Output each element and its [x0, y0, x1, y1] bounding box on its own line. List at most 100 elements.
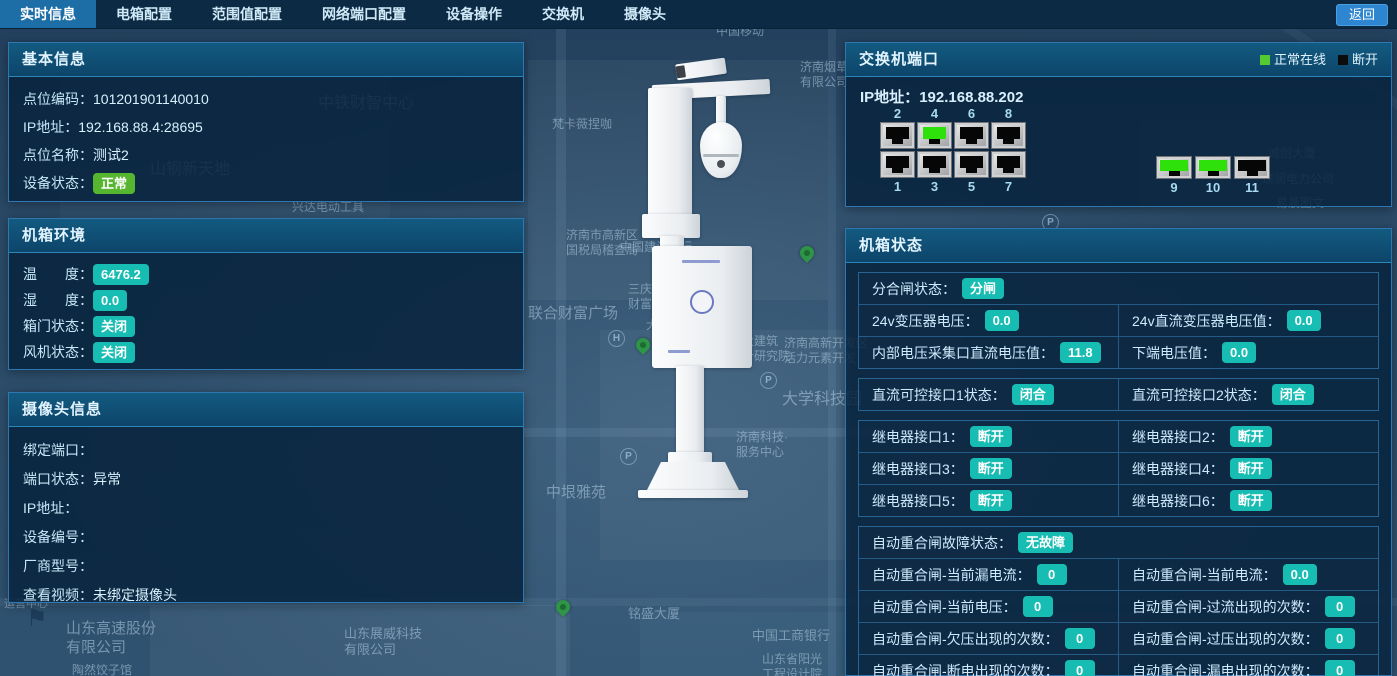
- map-label: 山东高速股份 有限公司: [66, 620, 156, 658]
- map-label: 中垠雅苑: [546, 484, 606, 503]
- field-value: 异常: [93, 469, 121, 489]
- field-value: 测试2: [93, 145, 129, 165]
- status-label: 自动重合闸-当前电流：: [1132, 565, 1277, 585]
- tab-range-config[interactable]: 范围值配置: [192, 0, 302, 28]
- cabinet-emblem: [690, 290, 714, 314]
- nav-tabs: 实时信息电箱配置范围值配置网络端口配置设备操作交换机摄像头: [0, 0, 686, 28]
- status-cell: 继电器接口1：断开: [859, 421, 1118, 452]
- back-button[interactable]: 返回: [1336, 4, 1388, 26]
- status-badge: 11.8: [1060, 342, 1101, 363]
- tab-realtime-info[interactable]: 实时信息: [0, 0, 96, 28]
- field-label: 湿 度：: [23, 290, 93, 310]
- status-cell: 24v变压器电压： 0.0: [859, 305, 1118, 336]
- status-cell: 自动重合闸故障状态：无故障: [859, 527, 1378, 558]
- field-row: 点位名称：测试2: [23, 141, 509, 169]
- status-badge: 闭合: [1012, 384, 1054, 405]
- port-slot: [923, 156, 946, 168]
- port-group-2: 9 10 11: [1156, 155, 1270, 195]
- field-value: 未绑定摄像头: [93, 585, 177, 605]
- port-column: 87: [991, 106, 1026, 194]
- legend-color-square: [1338, 55, 1348, 65]
- tab-device-operation[interactable]: 设备操作: [426, 0, 522, 28]
- status-table: 直流可控接口1状态：闭合直流可控接口2状态：闭合: [858, 378, 1379, 411]
- map-label: 铭盛大厦: [628, 606, 680, 622]
- status-badge: 正常: [93, 173, 135, 194]
- status-table: 继电器接口1：断开继电器接口2：断开继电器接口3：断开继电器接口4：断开继电器接…: [858, 420, 1379, 517]
- tab-camera[interactable]: 摄像头: [604, 0, 686, 28]
- status-badge: 0: [1065, 628, 1095, 649]
- status-badge: 6476.2: [93, 264, 149, 285]
- switch-port-5: [954, 151, 989, 178]
- switch-port-3: [917, 151, 952, 178]
- cabinet-status-sections: 分合闸状态：分闸24v变压器电压：0.024v直流变压器电压值：0.0内部电压采…: [846, 263, 1391, 676]
- status-badge: 0.0: [985, 310, 1019, 331]
- status-cell: 继电器接口5：断开: [859, 485, 1118, 516]
- switch-port-2: [880, 122, 915, 149]
- tab-network-port-config[interactable]: 网络端口配置: [302, 0, 426, 28]
- port-number: 10: [1206, 180, 1220, 195]
- status-badge: 断开: [970, 426, 1012, 447]
- status-cell: 24v直流变压器电压值：0.0: [1118, 305, 1378, 336]
- dome-camera-lens: [717, 160, 725, 168]
- field-label: 厂商型号：: [23, 556, 93, 576]
- tab-box-config[interactable]: 电箱配置: [96, 0, 192, 28]
- status-cell: 直流可控接口2状态：闭合: [1118, 379, 1378, 410]
- port-number: 5: [968, 179, 975, 194]
- port-tab: [892, 139, 903, 144]
- field-row: 点位编码：101201901140010: [23, 85, 509, 113]
- status-badge: 0.0: [93, 290, 127, 311]
- device-base-plate: [638, 490, 748, 498]
- port-tab: [1003, 139, 1014, 144]
- field-label: 设备状态：: [23, 173, 93, 193]
- status-row: 自动重合闸-当前漏电流：0自动重合闸-当前电流：0.0: [859, 558, 1378, 590]
- port-tab: [1003, 168, 1014, 173]
- field-label: 箱门状态：: [23, 316, 93, 336]
- status-cell: 继电器接口2：断开: [1118, 421, 1378, 452]
- status-badge: 无故障: [1018, 532, 1073, 553]
- device-cabinet: [652, 246, 752, 368]
- status-cell: 自动重合闸-断电出现的次数：0: [859, 655, 1118, 676]
- cabinet-env-fields: 温 度：6476.2湿 度：0.0箱门状态：关闭风机状态：关闭: [9, 253, 523, 373]
- status-label: 自动重合闸-当前电压：: [872, 597, 1017, 617]
- port-slot: [997, 156, 1020, 168]
- status-cell: 自动重合闸-当前电压： 0: [859, 591, 1118, 622]
- status-badge: 断开: [1230, 458, 1272, 479]
- status-badge: 0: [1023, 596, 1053, 617]
- port-number: 7: [1005, 179, 1012, 194]
- status-badge: 断开: [970, 458, 1012, 479]
- field-row: 箱门状态：关闭: [23, 313, 509, 339]
- field-row: 设备状态：正常: [23, 169, 509, 197]
- legend-label: 正常在线: [1274, 52, 1326, 67]
- switch-port-8: [991, 122, 1026, 149]
- status-table: 分合闸状态：分闸24v变压器电压：0.024v直流变压器电压值：0.0内部电压采…: [858, 272, 1379, 369]
- switch-port-11: [1234, 156, 1270, 179]
- port-slot: [997, 127, 1020, 139]
- status-row: 内部电压采集口直流电压值：11.8下端电压值：0.0: [859, 336, 1378, 368]
- port-number: 9: [1170, 180, 1177, 195]
- legend-label: 断开: [1352, 52, 1378, 67]
- port-slot: [960, 156, 983, 168]
- field-row: IP地址：: [23, 493, 509, 522]
- switch-port-1: [880, 151, 915, 178]
- port-number: 11: [1245, 180, 1259, 195]
- panel-cabinet-env: 机箱环境 温 度：6476.2湿 度：0.0箱门状态：关闭风机状态：关闭: [8, 218, 524, 370]
- switch-ip: IP地址：192.168.88.202: [860, 86, 1023, 107]
- status-label: 自动重合闸-断电出现的次数：: [872, 661, 1059, 676]
- cabinet-mark: [682, 260, 720, 263]
- status-badge: 断开: [1230, 490, 1272, 511]
- port-tab: [966, 168, 977, 173]
- dome-camera-stem: [716, 96, 726, 124]
- status-row: 继电器接口1：断开继电器接口2：断开: [859, 421, 1378, 452]
- switch-port-6: [954, 122, 989, 149]
- status-label: 24v变压器电压：: [872, 311, 979, 331]
- field-label: 绑定端口：: [23, 440, 93, 460]
- status-row: 直流可控接口1状态：闭合直流可控接口2状态：闭合: [859, 379, 1378, 410]
- field-row: 厂商型号：: [23, 551, 509, 580]
- status-cell: 自动重合闸-当前电流：0.0: [1118, 559, 1378, 590]
- port-tab: [929, 139, 940, 144]
- tab-switch[interactable]: 交换机: [522, 0, 604, 28]
- switch-ip-value: 192.168.88.202: [919, 89, 1023, 106]
- status-badge: 闭合: [1272, 384, 1314, 405]
- panel-switch-ports: 正常在线断开 交换机端口 IP地址：192.168.88.202 2143658…: [845, 42, 1392, 207]
- device-base: [646, 462, 740, 492]
